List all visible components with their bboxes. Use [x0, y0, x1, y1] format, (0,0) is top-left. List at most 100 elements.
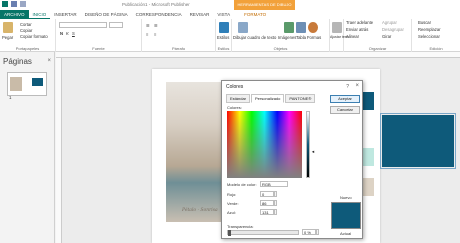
fit-text-icon[interactable] [332, 22, 342, 33]
luminance-slider[interactable] [306, 111, 310, 178]
tab-estandar[interactable]: Estándar [226, 94, 251, 103]
shapes-icon[interactable] [308, 22, 318, 33]
new-color-swatch [331, 202, 361, 229]
rotate-button[interactable]: Girar [382, 34, 391, 39]
teal-strip[interactable] [362, 92, 374, 110]
table-button[interactable]: Tabla [296, 35, 306, 40]
tab-archivo[interactable]: ARCHIVO [0, 10, 29, 19]
blue-label: Azul: [227, 210, 236, 215]
pictures-icon[interactable] [284, 22, 294, 33]
send-backward-button[interactable]: Enviar atrás [346, 27, 368, 32]
align-button[interactable]: Alinear [346, 34, 359, 39]
transparency-field[interactable]: 0 % [302, 229, 316, 235]
green-field[interactable]: 86 [260, 200, 274, 206]
numbering-icon[interactable]: ☰ [154, 23, 158, 28]
shapes-button[interactable]: Formas [307, 35, 321, 40]
styles-button[interactable]: Estilos [217, 35, 229, 40]
blue-spinner[interactable] [274, 209, 277, 215]
window-title: Publicación1 - Microsoft Publisher [122, 2, 190, 7]
dialog-title: Colores [226, 84, 244, 90]
group-button[interactable]: Agrupar [382, 20, 397, 25]
red-spinner[interactable] [274, 191, 277, 197]
undo-icon[interactable] [20, 1, 26, 7]
green-label: Verde: [227, 201, 239, 206]
tab-diseno-pagina[interactable]: DISEÑO DE PÁGINA [81, 10, 132, 19]
horizontal-ruler[interactable] [56, 52, 460, 58]
styles-group-label: Estilos [217, 46, 230, 51]
tab-vista[interactable]: VISTA [213, 10, 234, 19]
title-bar: Publicación1 - Microsoft Publisher HERRA… [0, 0, 460, 10]
paste-button[interactable]: Pegar [2, 35, 13, 40]
clipboard-group: Pegar Cortar Copiar Copiar formato Porta… [0, 19, 56, 52]
arrange-group-label: Organizar [368, 46, 387, 51]
align-center-icon[interactable]: ≡ [154, 32, 156, 37]
sand-strip[interactable] [362, 178, 374, 196]
close-icon[interactable]: × [47, 58, 51, 64]
luminance-arrow-icon[interactable]: ◄ [311, 149, 315, 154]
blue-field[interactable]: 131 [260, 209, 274, 215]
cancel-button[interactable]: Cancelar [330, 106, 360, 114]
tab-insertar[interactable]: INSERTAR [50, 10, 80, 19]
find-button[interactable]: Buscar [418, 20, 431, 25]
transparency-thumb[interactable] [228, 230, 231, 236]
fit-text-group: Ajustar texto [330, 19, 349, 52]
selected-rectangle[interactable] [380, 113, 456, 169]
table-icon[interactable] [296, 22, 306, 33]
color-model-select[interactable]: RGB [260, 181, 288, 187]
objects-group: Dibujar cuadro de texto Imágenes Tabla F… [232, 19, 330, 52]
thumbnail-photo [10, 77, 22, 91]
format-painter-button[interactable]: Copiar formato [20, 34, 48, 39]
ok-button[interactable]: Aceptar [330, 95, 360, 103]
page-thumbnail[interactable] [7, 72, 47, 96]
objects-group-label: Objetos [273, 46, 288, 51]
color-spectrum[interactable] [227, 111, 302, 178]
tab-formato[interactable]: FORMATO [240, 10, 270, 19]
mint-strip[interactable] [362, 148, 374, 166]
draw-textbox-icon[interactable] [238, 22, 248, 33]
bold-button[interactable]: N [60, 31, 63, 36]
ribbon: Pegar Cortar Copiar Copiar formato Porta… [0, 19, 460, 52]
transparency-label: Transparencia: [227, 224, 254, 229]
red-field[interactable]: 0 [260, 191, 274, 197]
draw-textbox-button[interactable]: Dibujar cuadro de texto [233, 35, 276, 40]
bullets-icon[interactable]: ☰ [146, 23, 150, 28]
context-tab-group: HERRAMIENTAS DE DIBUJO [234, 0, 295, 10]
colors-label: Colores: [227, 105, 242, 110]
select-button[interactable]: Seleccionar [418, 34, 440, 39]
tab-inicio[interactable]: INICIO [28, 10, 51, 19]
current-color-label: Actual [340, 231, 352, 236]
tab-personalizado[interactable]: Personalizado [251, 94, 285, 103]
pictures-button[interactable]: Imágenes [278, 35, 296, 40]
paste-icon[interactable] [3, 22, 13, 33]
help-icon[interactable]: ? [346, 84, 349, 90]
underline-button[interactable]: S [72, 31, 75, 36]
tab-correspondencia[interactable]: CORRESPONDENCIA [132, 10, 186, 19]
copy-button[interactable]: Copiar [20, 28, 32, 33]
vertical-ruler[interactable] [56, 58, 62, 243]
red-label: Rojo: [227, 192, 237, 197]
page-number: 1 [9, 95, 12, 100]
save-icon[interactable] [11, 1, 17, 7]
photo-caption: Pétalo · Sonrisa [182, 208, 218, 213]
transparency-slider[interactable] [227, 230, 299, 236]
styles-icon[interactable] [219, 22, 229, 33]
arrange-group: Traer adelante Enviar atrás Alinear Agru… [344, 19, 412, 52]
color-model-label: Modelo de color: [227, 182, 257, 187]
bring-forward-button[interactable]: Traer adelante [346, 20, 373, 25]
transparency-spinner[interactable] [316, 229, 319, 235]
align-left-icon[interactable]: ≡ [146, 32, 148, 37]
kitchen-photo[interactable]: Pétalo · Sonrisa [166, 82, 228, 222]
tab-pantone[interactable]: PANTONE® [285, 94, 316, 103]
font-name-field[interactable] [59, 22, 107, 28]
ungroup-button[interactable]: Desagrupar [382, 27, 404, 32]
green-spinner[interactable] [274, 200, 277, 206]
font-group-label: Fuente [92, 46, 105, 51]
cut-button[interactable]: Cortar [20, 22, 32, 27]
font-group: N K S Fuente [56, 19, 142, 52]
dialog-tabs: Estándar Personalizado PANTONE® [226, 94, 316, 103]
close-icon[interactable]: × [355, 83, 359, 89]
replace-button[interactable]: Reemplazar [418, 27, 441, 32]
font-size-field[interactable] [109, 22, 123, 28]
italic-button[interactable]: K [66, 31, 69, 36]
tab-revisar[interactable]: REVISAR [186, 10, 214, 19]
